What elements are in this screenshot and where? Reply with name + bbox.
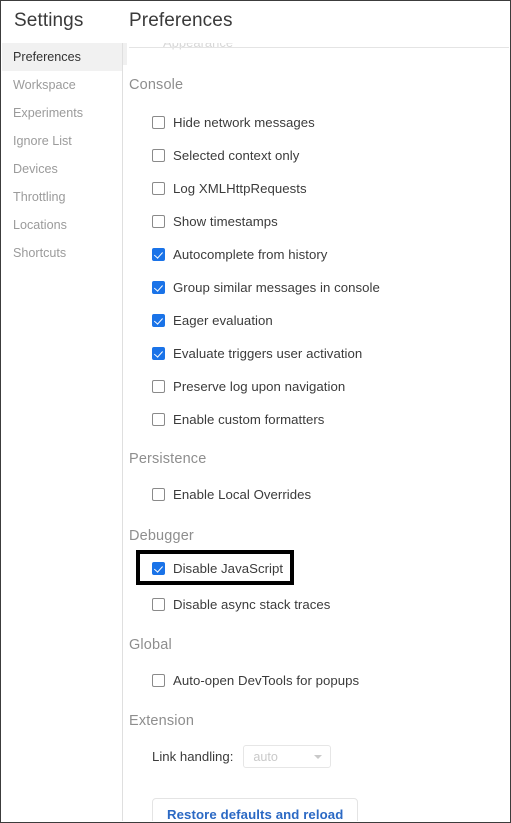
sidebar-item-label: Experiments: [13, 106, 83, 120]
checkbox-row-log-xmlhttprequests[interactable]: Log XMLHttpRequests: [152, 178, 307, 198]
preferences-content: Appearance Console Hide network messages…: [123, 43, 509, 821]
section-title-console: Console: [129, 77, 184, 93]
section-title-global: Global: [129, 637, 172, 653]
chevron-down-icon: [314, 754, 323, 759]
sidebar-item-locations[interactable]: Locations: [2, 211, 122, 239]
checkbox-checked-icon[interactable]: [152, 247, 165, 261]
checkbox-checked-icon[interactable]: [152, 346, 165, 360]
link-handling-row: Link handling: auto: [152, 745, 332, 768]
checkbox-unchecked-icon[interactable]: [152, 181, 165, 195]
restore-defaults-and-reload-button[interactable]: Restore defaults and reload: [152, 798, 359, 821]
checkbox-label: Show timestamps: [173, 213, 278, 229]
checkbox-label: Hide network messages: [173, 114, 315, 130]
checkbox-row-preserve-log-upon-navigation[interactable]: Preserve log upon navigation: [152, 376, 345, 396]
sidebar-item-workspace[interactable]: Workspace: [2, 71, 122, 99]
section-title-persistence: Persistence: [129, 451, 207, 467]
sidebar-item-experiments[interactable]: Experiments: [2, 99, 122, 127]
checkbox-unchecked-icon[interactable]: [152, 214, 165, 228]
checkbox-label: Disable async stack traces: [173, 596, 331, 612]
sidebar-item-shortcuts[interactable]: Shortcuts: [2, 239, 122, 267]
sidebar-item-label: Ignore List: [13, 134, 72, 148]
checkbox-row-hide-network-messages[interactable]: Hide network messages: [152, 112, 315, 132]
sidebar-item-label: Locations: [13, 218, 67, 232]
checkbox-label: Disable JavaScript: [173, 560, 284, 576]
section-title-debugger: Debugger: [129, 528, 194, 544]
checkbox-row-enable-custom-formatters[interactable]: Enable custom formatters: [152, 409, 324, 429]
checkbox-row-selected-context-only[interactable]: Selected context only: [152, 145, 299, 165]
page-title: Preferences: [129, 10, 233, 31]
scroll-indicator[interactable]: [123, 43, 127, 65]
sidebar-item-throttling[interactable]: Throttling: [2, 183, 122, 211]
checkbox-label: Enable custom formatters: [173, 411, 325, 427]
sidebar-item-label: Devices: [13, 162, 58, 176]
checkbox-row-auto-open-devtools-for-popups[interactable]: Auto-open DevTools for popups: [152, 670, 359, 690]
settings-title: Settings: [14, 10, 84, 31]
checkbox-unchecked-icon[interactable]: [152, 597, 165, 611]
checkbox-checked-icon[interactable]: [152, 561, 165, 575]
checkbox-label: Preserve log upon navigation: [173, 378, 346, 394]
link-handling-label: Link handling:: [152, 749, 234, 764]
checkbox-label: Selected context only: [173, 147, 300, 163]
checkbox-label: Eager evaluation: [173, 312, 273, 328]
section-title-extension: Extension: [129, 713, 195, 729]
link-handling-value: auto: [253, 749, 278, 764]
checkbox-row-enable-local-overrides[interactable]: Enable Local Overrides: [152, 484, 311, 504]
checkbox-row-disable-javascript[interactable]: Disable JavaScript: [152, 558, 283, 578]
panel-header: Settings Preferences: [1, 1, 510, 41]
settings-panel: Settings Preferences Preferences Workspa…: [0, 0, 511, 823]
checkbox-label: Log XMLHttpRequests: [173, 180, 307, 196]
checkbox-unchecked-icon[interactable]: [152, 379, 165, 393]
checkbox-row-disable-async-stack-traces[interactable]: Disable async stack traces: [152, 594, 330, 614]
checkbox-unchecked-icon[interactable]: [152, 487, 165, 501]
checkbox-row-group-similar-messages[interactable]: Group similar messages in console: [152, 277, 380, 297]
settings-sidebar: Preferences Workspace Experiments Ignore…: [2, 43, 123, 821]
checkbox-label: Auto-open DevTools for popups: [173, 672, 360, 688]
checkbox-label: Group similar messages in console: [173, 279, 380, 295]
checkbox-unchecked-icon[interactable]: [152, 673, 165, 687]
sidebar-item-ignore-list[interactable]: Ignore List: [2, 127, 122, 155]
checkbox-label: Evaluate triggers user activation: [173, 345, 363, 361]
link-handling-select[interactable]: auto: [243, 745, 332, 768]
sidebar-item-label: Shortcuts: [13, 246, 67, 260]
checkbox-row-show-timestamps[interactable]: Show timestamps: [152, 211, 278, 231]
content-divider: [129, 47, 509, 48]
sidebar-item-preferences[interactable]: Preferences: [2, 43, 122, 71]
sidebar-item-devices[interactable]: Devices: [2, 155, 122, 183]
checkbox-label: Autocomplete from history: [173, 246, 328, 262]
checkbox-unchecked-icon[interactable]: [152, 115, 165, 129]
checkbox-checked-icon[interactable]: [152, 280, 165, 294]
sidebar-item-label: Preferences: [13, 50, 81, 64]
checkbox-row-eager-evaluation[interactable]: Eager evaluation: [152, 310, 273, 330]
checkbox-row-autocomplete-from-history[interactable]: Autocomplete from history: [152, 244, 327, 264]
checkbox-unchecked-icon[interactable]: [152, 412, 165, 426]
sidebar-item-label: Workspace: [13, 78, 76, 92]
sidebar-item-label: Throttling: [13, 190, 66, 204]
checkbox-checked-icon[interactable]: [152, 313, 165, 327]
checkbox-row-evaluate-triggers-user-activation[interactable]: Evaluate triggers user activation: [152, 343, 362, 363]
checkbox-unchecked-icon[interactable]: [152, 148, 165, 162]
checkbox-label: Enable Local Overrides: [173, 486, 312, 502]
